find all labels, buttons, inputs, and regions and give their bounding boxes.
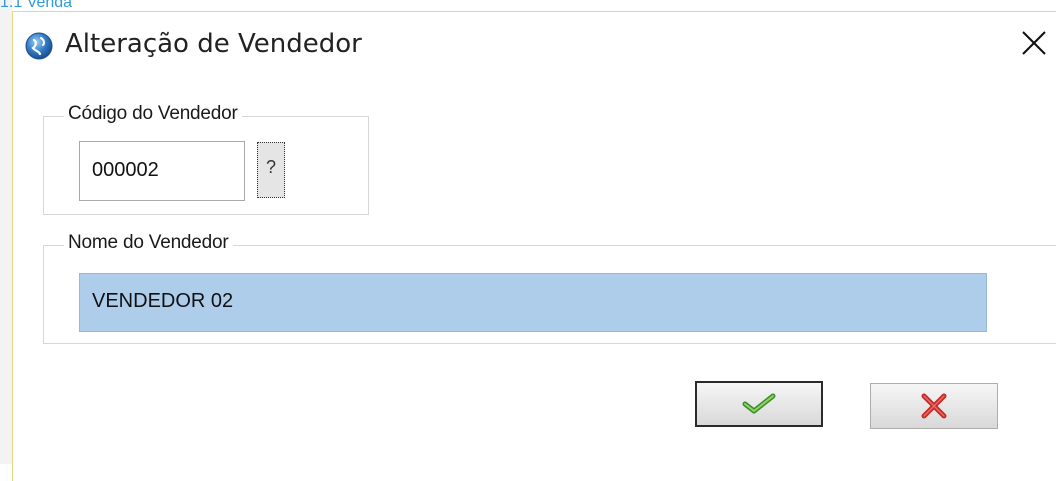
checkmark-icon: [742, 393, 776, 414]
close-button[interactable]: [1017, 26, 1051, 60]
seller-code-legend: Código do Vendedor: [64, 103, 242, 125]
app-globe-icon: [25, 32, 53, 60]
red-x-icon: [921, 393, 947, 419]
seller-name-legend: Nome do Vendedor: [64, 232, 233, 254]
dialog-title: Alteração de Vendedor: [65, 29, 362, 59]
cancel-button[interactable]: [870, 383, 998, 429]
confirm-button[interactable]: [695, 381, 823, 427]
dialog-titlebar: Alteração de Vendedor: [13, 12, 1056, 78]
background-window-strip: [0, 0, 12, 464]
close-icon: [1022, 31, 1046, 55]
seller-lookup-button[interactable]: ?: [257, 142, 285, 198]
seller-code-input[interactable]: 000002: [79, 141, 245, 201]
seller-name-field[interactable]: VENDEDOR 02: [79, 273, 987, 332]
